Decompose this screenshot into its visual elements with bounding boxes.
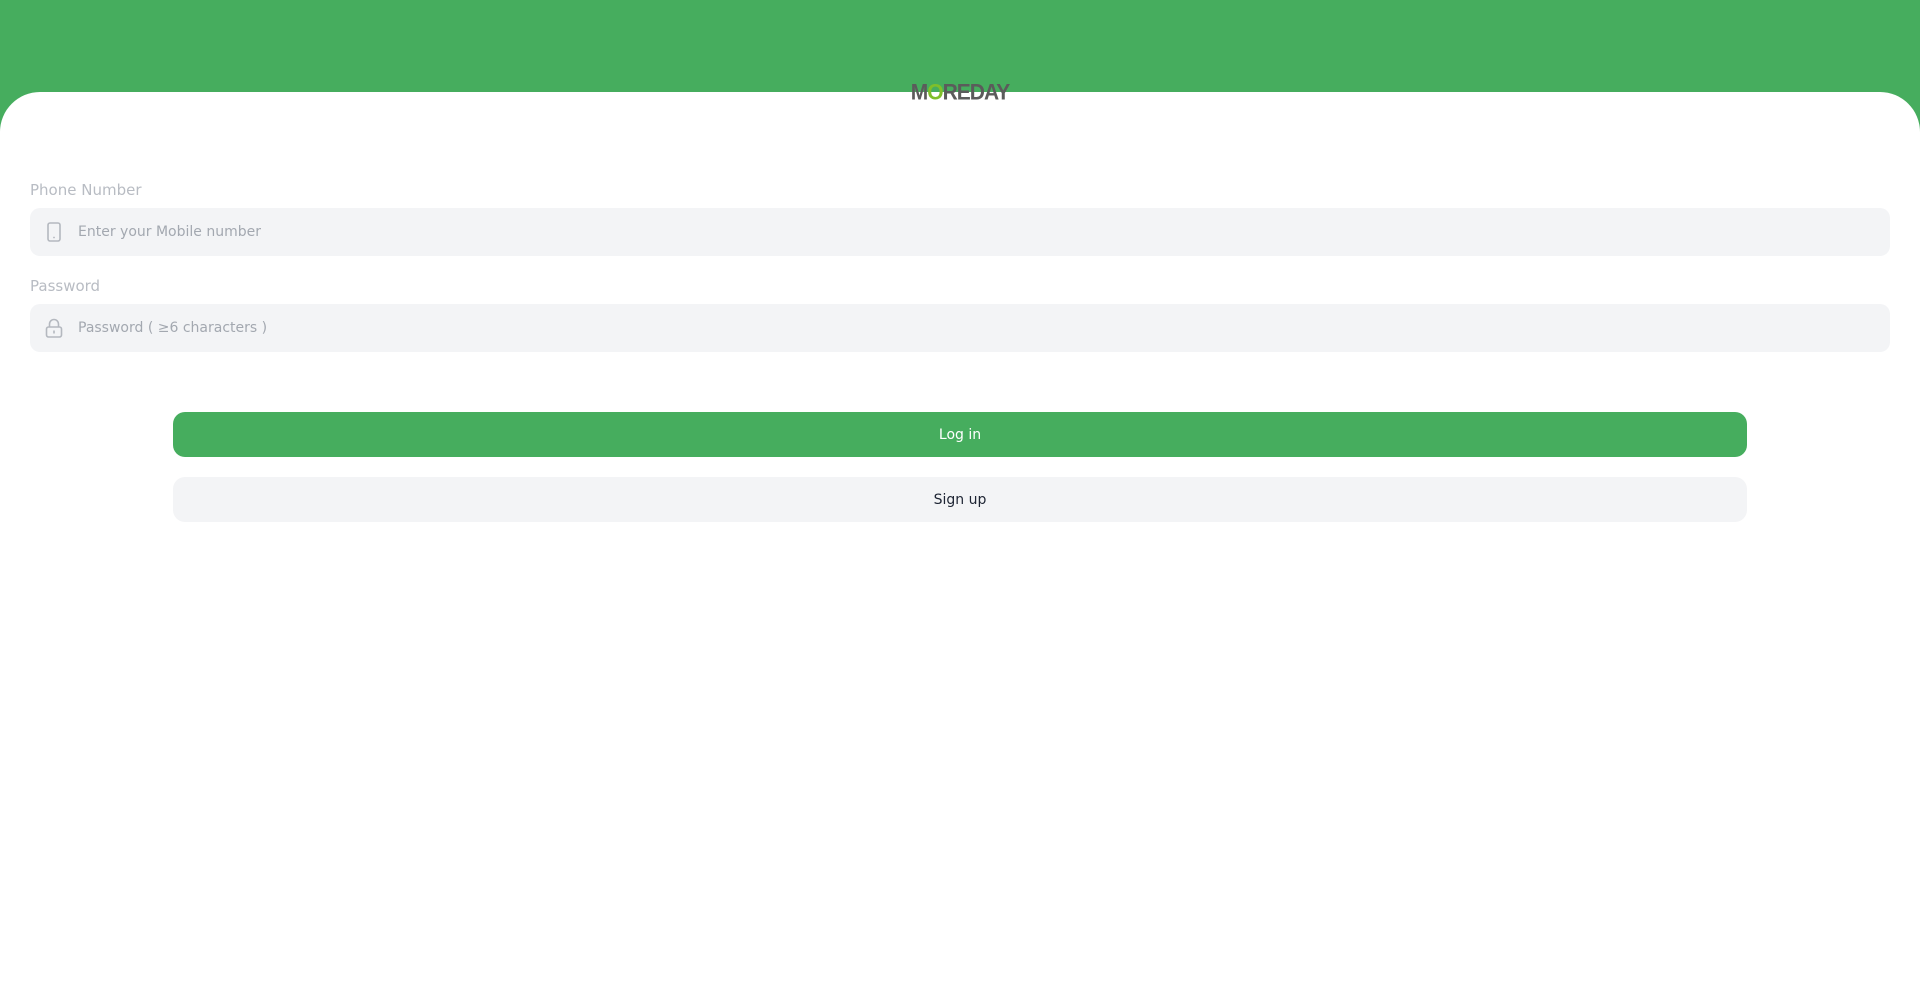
signup-button[interactable]: Sign up [173,477,1747,522]
lock-icon [30,304,78,352]
phone-number-label: Phone Number [30,181,142,199]
password-input[interactable] [78,305,1890,351]
logo-text: MOREDAY [910,80,1010,105]
password-label: Password [30,277,101,295]
password-input-wrapper[interactable] [30,304,1890,352]
login-button[interactable]: Log in [173,412,1747,457]
phone-input-wrapper[interactable] [30,208,1890,256]
phone-icon [30,208,78,256]
phone-input[interactable] [78,209,1890,255]
brand-logo: MOREDAY [911,80,1010,106]
